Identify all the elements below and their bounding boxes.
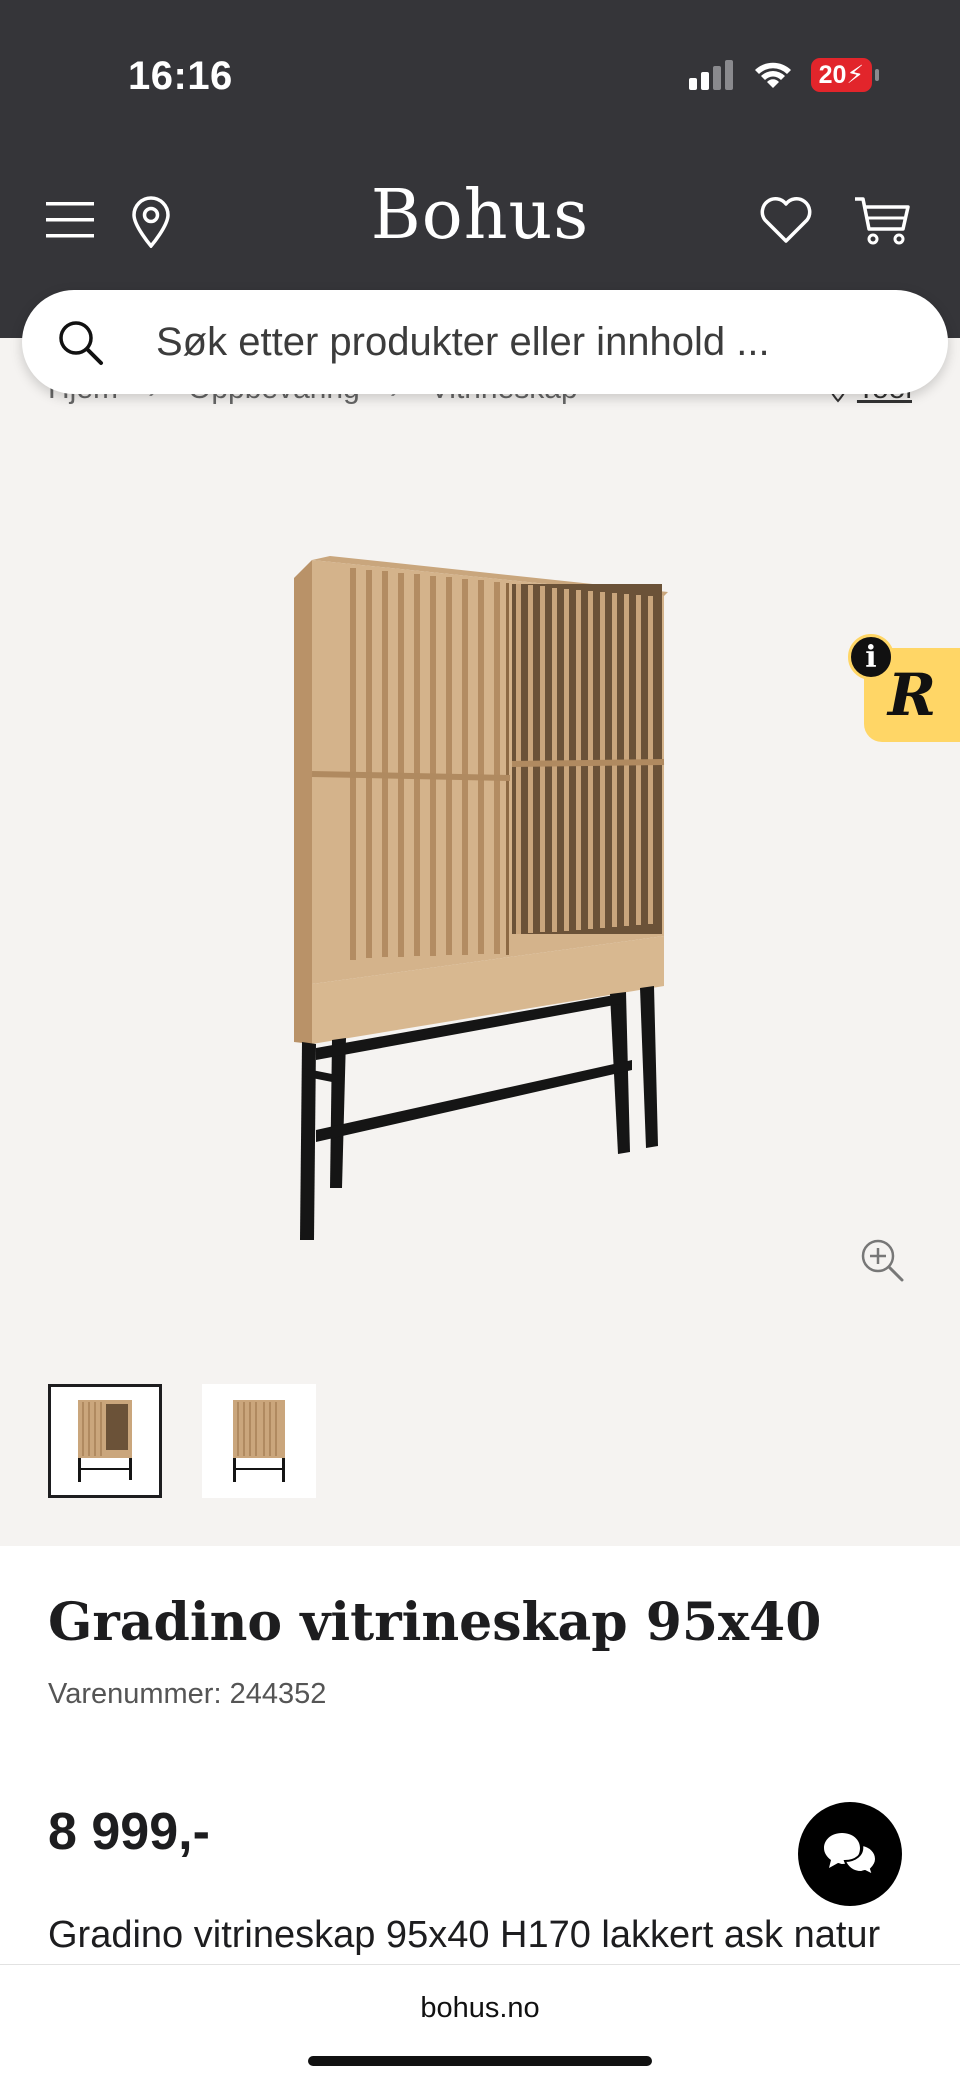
status-indicators: 20⚡ (688, 58, 880, 92)
thumbnail-2[interactable] (202, 1384, 316, 1498)
product-title: Gradino vitrineskap 95x40 (48, 1592, 822, 1653)
heart-icon[interactable] (758, 194, 814, 246)
header-bar (0, 0, 960, 338)
status-time: 16:16 (128, 54, 233, 98)
thumbnail-cabinet-front-image (233, 1400, 285, 1482)
thumbnail-1[interactable] (48, 1384, 162, 1498)
product-description: Gradino vitrineskap 95x40 H170 lakkert a… (48, 1914, 881, 1956)
battery-level: 20 (818, 61, 847, 89)
wifi-icon (754, 62, 791, 88)
brand-logo[interactable]: Bohus (0, 176, 960, 255)
cart-icon[interactable] (852, 194, 912, 248)
chat-bubbles-icon (824, 1833, 878, 1877)
product-price: 8 999,- (48, 1803, 210, 1861)
zoom-in-icon[interactable] (858, 1236, 906, 1284)
info-icon[interactable]: i (848, 634, 894, 680)
cellular-signal-icon (688, 60, 733, 90)
search-icon[interactable] (50, 312, 110, 372)
battery-icon: 20⚡ (810, 58, 880, 92)
thumbnail-cabinet-image (78, 1400, 132, 1482)
home-indicator[interactable] (308, 2056, 652, 2066)
chat-button[interactable] (798, 1802, 902, 1906)
browser-url-bar[interactable] (0, 1964, 960, 2087)
browser-url[interactable]: bohus.no (0, 1992, 960, 2025)
search-input[interactable]: Søk etter produkter eller innhold ... (156, 320, 770, 365)
product-image[interactable] (280, 548, 680, 1248)
r-logo-icon: R (887, 661, 937, 729)
product-sku: Varenummer: 244352 (48, 1678, 327, 1710)
search-bar[interactable]: Søk etter produkter eller innhold ... (22, 290, 948, 394)
